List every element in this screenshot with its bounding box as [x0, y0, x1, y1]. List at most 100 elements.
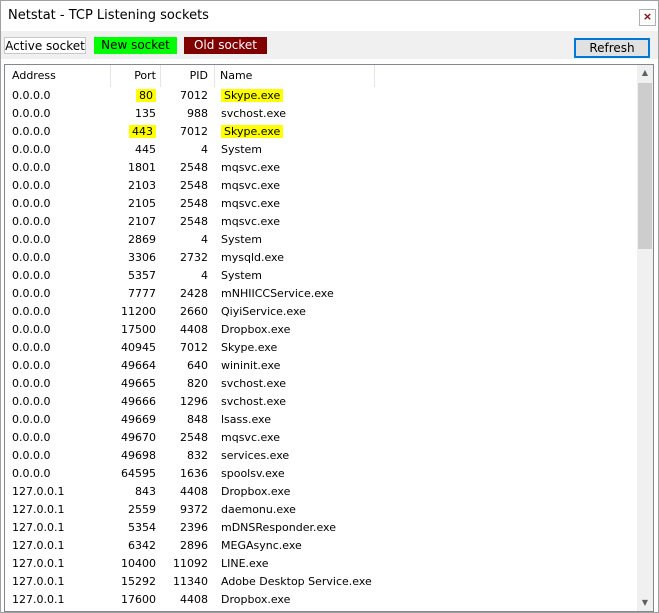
cell-port-text: 5354: [128, 521, 156, 534]
table-row[interactable]: 0.0.0.0 3306 2732 mysqld.exe: [5, 249, 637, 267]
cell-pid: 2660: [160, 303, 210, 321]
cell-port-text: 64595: [121, 467, 156, 480]
cell-port-text: 49670: [121, 431, 156, 444]
cell-port: 49669: [110, 411, 158, 429]
cell-pid-text: 4408: [180, 485, 208, 498]
cell-port: 843: [110, 483, 158, 501]
table-row[interactable]: 127.0.0.1 843 4408 Dropbox.exe: [5, 483, 637, 501]
cell-pid: 988: [160, 105, 210, 123]
cell-name-text: svchost.exe: [221, 395, 287, 408]
cell-name: wininit.exe: [217, 357, 457, 375]
cell-port-text: 10400: [121, 557, 156, 570]
table-row[interactable]: 0.0.0.0 40945 7012 Skype.exe: [5, 339, 637, 357]
cell-name: mqsvc.exe: [217, 195, 457, 213]
table-row[interactable]: 127.0.0.1 17600 4408 Dropbox.exe: [5, 591, 637, 609]
cell-name-text: Skype.exe: [221, 341, 278, 354]
table-row[interactable]: 0.0.0.0 80 7012 Skype.exe: [5, 87, 637, 105]
close-icon[interactable]: ×: [639, 9, 656, 26]
table-row[interactable]: 0.0.0.0 443 7012 Skype.exe: [5, 123, 637, 141]
cell-address-text: 0.0.0.0: [12, 161, 51, 174]
cell-port-text: 80: [136, 89, 156, 102]
table-row[interactable]: 0.0.0.0 49664 640 wininit.exe: [5, 357, 637, 375]
column-divider[interactable]: [214, 65, 215, 87]
table-row[interactable]: 0.0.0.0 49669 848 lsass.exe: [5, 411, 637, 429]
table-row[interactable]: 0.0.0.0 49698 832 services.exe: [5, 447, 637, 465]
scroll-down-arrow-icon[interactable]: ▼: [637, 595, 653, 611]
cell-name-text: LINE.exe: [221, 557, 269, 570]
cell-address-text: 127.0.0.1: [12, 485, 65, 498]
cell-port: 6342: [110, 537, 158, 555]
table-row[interactable]: 0.0.0.0 135 988 svchost.exe: [5, 105, 637, 123]
column-header-port[interactable]: Port: [110, 65, 160, 87]
table-row[interactable]: 127.0.0.1 5354 2396 mDNSResponder.exe: [5, 519, 637, 537]
cell-name: mNHIICCService.exe: [217, 285, 457, 303]
table-row[interactable]: 0.0.0.0 17500 4408 Dropbox.exe: [5, 321, 637, 339]
table-row[interactable]: 0.0.0.0 2103 2548 mqsvc.exe: [5, 177, 637, 195]
cell-address: 0.0.0.0: [8, 105, 108, 123]
cell-port-text: 843: [135, 485, 156, 498]
cell-address: 0.0.0.0: [8, 321, 108, 339]
scroll-up-arrow-icon[interactable]: ▲: [637, 65, 653, 81]
cell-port-text: 17500: [121, 323, 156, 336]
cell-address: 0.0.0.0: [8, 285, 108, 303]
table-row[interactable]: 0.0.0.0 7777 2428 mNHIICCService.exe: [5, 285, 637, 303]
cell-name-text: wininit.exe: [221, 359, 281, 372]
cell-port: 15292: [110, 573, 158, 591]
cell-pid: 4408: [160, 321, 210, 339]
cell-address-text: 0.0.0.0: [12, 107, 51, 120]
cell-address-text: 127.0.0.1: [12, 503, 65, 516]
cell-name: mDNSResponder.exe: [217, 519, 457, 537]
cell-name: Dropbox.exe: [217, 321, 457, 339]
cell-name-text: Skype.exe: [221, 89, 284, 102]
column-header-name[interactable]: Name: [216, 65, 374, 87]
table-row[interactable]: 0.0.0.0 2869 4 System: [5, 231, 637, 249]
cell-port: 1801: [110, 159, 158, 177]
cell-name-text: mqsvc.exe: [221, 161, 280, 174]
table-row[interactable]: 0.0.0.0 2105 2548 mqsvc.exe: [5, 195, 637, 213]
cell-port: 64595: [110, 465, 158, 483]
table-row[interactable]: 0.0.0.0 11200 2660 QiyiService.exe: [5, 303, 637, 321]
table-row[interactable]: 0.0.0.0 2107 2548 mqsvc.exe: [5, 213, 637, 231]
socket-list[interactable]: Address Port PID Name 0.0.0.0 80 7012 Skype…: [4, 64, 654, 612]
legend-new-socket: New socket: [94, 37, 177, 54]
cell-name-text: Adobe Desktop Service.exe: [221, 575, 372, 588]
cell-port-text: 7777: [128, 287, 156, 300]
table-row[interactable]: 0.0.0.0 1801 2548 mqsvc.exe: [5, 159, 637, 177]
table-row[interactable]: 127.0.0.1 6342 2896 MEGAsync.exe: [5, 537, 637, 555]
legend-active-socket: Active socket: [4, 37, 86, 54]
refresh-button[interactable]: Refresh: [574, 38, 650, 58]
cell-address: 0.0.0.0: [8, 123, 108, 141]
column-divider[interactable]: [374, 65, 375, 87]
table-row[interactable]: 0.0.0.0 49666 1296 svchost.exe: [5, 393, 637, 411]
cell-name: System: [217, 267, 457, 285]
cell-pid: 832: [160, 447, 210, 465]
table-row[interactable]: 0.0.0.0 445 4 System: [5, 141, 637, 159]
table-row[interactable]: 127.0.0.1 2559 9372 daemonu.exe: [5, 501, 637, 519]
vertical-scrollbar[interactable]: ▲ ▼: [637, 65, 653, 611]
cell-address-text: 0.0.0.0: [12, 269, 51, 282]
cell-address: 127.0.0.1: [8, 591, 108, 609]
table-row[interactable]: 0.0.0.0 64595 1636 spoolsv.exe: [5, 465, 637, 483]
scrollbar-thumb[interactable]: [638, 83, 652, 249]
column-header-address[interactable]: Address: [8, 65, 110, 87]
table-row[interactable]: 127.0.0.1 15292 11340 Adobe Desktop Service…: [5, 573, 637, 591]
cell-address: 0.0.0.0: [8, 159, 108, 177]
cell-name-text: services.exe: [221, 449, 290, 462]
cell-address: 0.0.0.0: [8, 429, 108, 447]
table-row[interactable]: 0.0.0.0 5357 4 System: [5, 267, 637, 285]
cell-name: mqsvc.exe: [217, 159, 457, 177]
cell-port-text: 49664: [121, 359, 156, 372]
cell-name-text: mDNSResponder.exe: [221, 521, 337, 534]
cell-port-text: 6342: [128, 539, 156, 552]
title-bar: Netstat - TCP Listening sockets ×: [1, 1, 658, 31]
table-row[interactable]: 0.0.0.0 49665 820 svchost.exe: [5, 375, 637, 393]
column-header-pid[interactable]: PID: [160, 65, 212, 87]
cell-pid: 11092: [160, 555, 210, 573]
table-row[interactable]: 127.0.0.1 10400 11092 LINE.exe: [5, 555, 637, 573]
cell-name: mqsvc.exe: [217, 429, 457, 447]
cell-pid: 640: [160, 357, 210, 375]
table-row[interactable]: 0.0.0.0 49670 2548 mqsvc.exe: [5, 429, 637, 447]
cell-name-text: daemonu.exe: [221, 503, 296, 516]
cell-port: 2103: [110, 177, 158, 195]
cell-pid-text: 2548: [180, 215, 208, 228]
